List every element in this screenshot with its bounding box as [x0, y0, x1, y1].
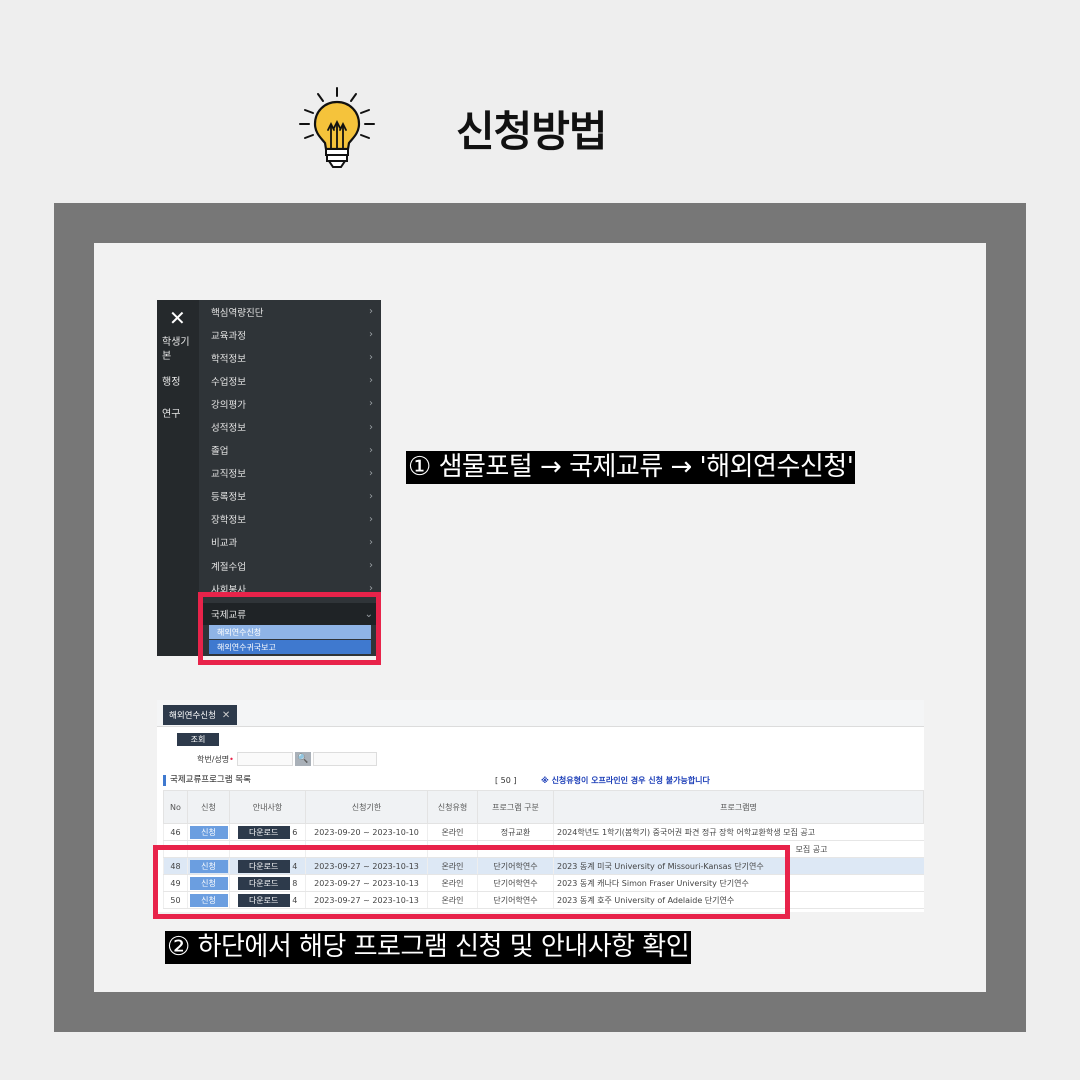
- highlight-box: [153, 845, 790, 919]
- menu-item[interactable]: 계절수업 ›: [199, 554, 381, 577]
- column-header: 안내사항: [229, 790, 306, 824]
- menu-item-label: 졸업: [211, 446, 229, 458]
- student-id-input[interactable]: [237, 752, 293, 766]
- chevron-right-icon: ›: [369, 329, 373, 341]
- menu-item[interactable]: 졸업 ›: [199, 439, 381, 462]
- search-button[interactable]: 조회: [177, 733, 219, 746]
- menu-item-label: 등록정보: [211, 492, 246, 504]
- student-field-label: 학번/성명•: [197, 755, 234, 764]
- menu-item[interactable]: 수업정보 ›: [199, 369, 381, 392]
- column-header: 신청기한: [305, 790, 428, 824]
- menu-item-label: 장학정보: [211, 515, 246, 527]
- menu-item[interactable]: 학적정보 ›: [199, 346, 381, 369]
- rail-item-admin[interactable]: 행정: [162, 376, 196, 390]
- row-period: 2023-09-20 ~ 2023-10-10: [305, 823, 428, 841]
- menu-item[interactable]: 성적정보 ›: [199, 415, 381, 438]
- tab-bar: 해외연수신청 ✕: [157, 700, 924, 727]
- list-title: 국제교류프로그램 목록: [163, 775, 251, 786]
- chevron-right-icon: ›: [369, 560, 373, 572]
- column-header: 프로그램 구분: [477, 790, 554, 824]
- row-category: 정규교환: [477, 823, 554, 841]
- menu-item-label: 교직정보: [211, 469, 246, 481]
- search-icon[interactable]: 🔍: [295, 752, 311, 766]
- row-program-name: 2024학년도 1학기(봄학기) 중국어권 파견 정규 장학 어학교환학생 모집…: [553, 823, 924, 841]
- menu-item-label: 성적정보: [211, 423, 246, 435]
- chevron-right-icon: ›: [369, 467, 373, 479]
- tab-label: 해외연수신청: [169, 711, 216, 721]
- menu-item[interactable]: 장학정보 ›: [199, 508, 381, 531]
- column-header: 신청: [187, 790, 230, 824]
- menu-item[interactable]: 핵심역량진단 ›: [199, 300, 381, 323]
- chevron-right-icon: ›: [369, 352, 373, 364]
- menu-item-label: 핵심역량진단: [211, 307, 264, 319]
- sidebar-rail: ✕ 학생기본 행정 연구: [157, 300, 199, 656]
- close-icon[interactable]: ✕: [222, 710, 230, 721]
- chevron-right-icon: ›: [369, 306, 373, 318]
- lightbulb-icon: [299, 87, 375, 168]
- step1-caption: ① 샘물포털 → 국제교류 → '해외연수신청': [406, 451, 856, 484]
- menu-item-label: 계절수업: [211, 561, 246, 573]
- chevron-right-icon: ›: [369, 536, 373, 548]
- menu-item-label: 수업정보: [211, 376, 246, 388]
- notice-text: ※ 신청유형이 오프라인인 경우 신청 불가능합니다: [541, 776, 710, 785]
- row-type: 온라인: [427, 823, 478, 841]
- chevron-right-icon: ›: [369, 513, 373, 525]
- tab-overseas-apply[interactable]: 해외연수신청 ✕: [163, 705, 237, 725]
- chevron-right-icon: ›: [369, 421, 373, 433]
- apply-button[interactable]: 신청: [189, 825, 228, 839]
- download-button[interactable]: 다운로드: [237, 825, 290, 839]
- column-header: 프로그램명: [553, 790, 924, 824]
- menu-item-label: 강의평가: [211, 399, 246, 411]
- menu-item[interactable]: 등록정보 ›: [199, 485, 381, 508]
- menu-item-label: 교육과정: [211, 330, 246, 342]
- column-header: 신청유형: [427, 790, 478, 824]
- close-icon[interactable]: ✕: [169, 306, 186, 330]
- page-title: 신청방법: [456, 107, 608, 156]
- page-size[interactable]: [ 50 ]: [495, 775, 517, 786]
- rail-item-student[interactable]: 학생기본: [162, 336, 196, 364]
- menu-item[interactable]: 교육과정 ›: [199, 323, 381, 346]
- attachment-count: 6: [292, 827, 298, 837]
- chevron-right-icon: ›: [369, 398, 373, 410]
- student-name-input[interactable]: [313, 752, 377, 766]
- chevron-right-icon: ›: [369, 444, 373, 456]
- chevron-right-icon: ›: [369, 375, 373, 387]
- rail-item-research[interactable]: 연구: [162, 408, 196, 422]
- step2-caption: ② 하단에서 해당 프로그램 신청 및 안내사항 확인: [165, 931, 692, 964]
- table-row[interactable]: 46 신청 다운로드 6 2023-09-20 ~ 2023-10-10 온라인…: [163, 823, 924, 841]
- menu-item[interactable]: 교직정보 ›: [199, 462, 381, 485]
- row-no: 46: [163, 823, 188, 841]
- menu-item[interactable]: 비교과 ›: [199, 531, 381, 554]
- column-header: No: [163, 790, 188, 824]
- chevron-right-icon: ›: [369, 490, 373, 502]
- highlight-box: [198, 592, 381, 665]
- menu-item-label: 비교과: [211, 538, 238, 550]
- menu-item-label: 학적정보: [211, 353, 246, 365]
- menu-item[interactable]: 강의평가 ›: [199, 392, 381, 415]
